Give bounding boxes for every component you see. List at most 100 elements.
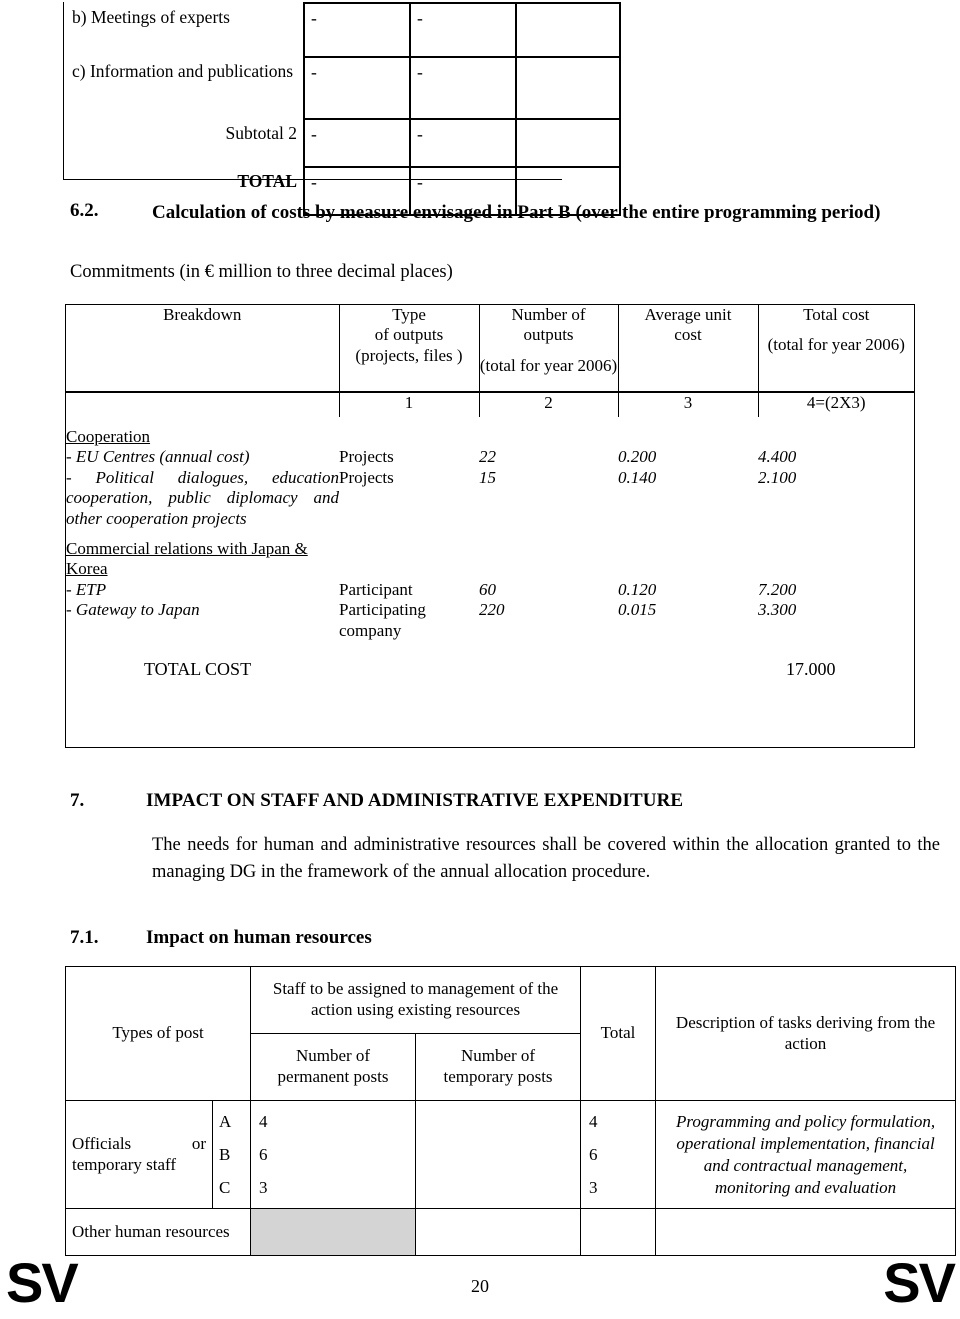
row-value-1: -: [303, 2, 411, 58]
header-staff-assigned: Staff to be assigned to management of th…: [250, 966, 582, 1034]
table-row: - Political dialogues, education coopera…: [66, 468, 914, 529]
colnum-2: 2: [479, 392, 619, 417]
table-row: - EU Centres (annual cost) Projects 22 0…: [66, 447, 914, 467]
header-temporary-posts: Number of temporary posts: [415, 1033, 582, 1101]
row-label: c) Information and publications: [72, 61, 294, 81]
row-value-3: [515, 118, 621, 168]
row-label-other-human-resources: Other human resources: [64, 1208, 252, 1257]
row-unit-cost: 0.120: [618, 579, 657, 599]
row-number: 220: [479, 600, 505, 620]
header-number-line1: Number of: [511, 305, 586, 324]
row-total: 3.300: [758, 600, 797, 620]
header-average-line1: Average unit: [644, 305, 732, 324]
footer-language-mark-right: SV: [883, 1251, 956, 1314]
section-7-paragraph: The needs for human and administrative r…: [152, 835, 940, 882]
table-row: c) Information and publications - -: [64, 56, 621, 120]
header-type-line2: of outputs: [374, 325, 444, 345]
header-number-of-outputs: Number of outputs (total for year 2006): [479, 305, 619, 393]
header-description: Description of tasks deriving from the a…: [655, 966, 957, 1101]
header-temporary-line1: Number of: [460, 1046, 536, 1066]
header-total-sub: (total for year 2006): [767, 335, 905, 355]
row-unit-cost: 0.015: [618, 600, 657, 620]
header-permanent-posts: Number of permanent posts: [250, 1033, 417, 1101]
row-description: [655, 1208, 957, 1257]
group-title-cooperation: Cooperation: [66, 427, 339, 447]
row-total: [580, 1208, 657, 1257]
header-temporary-line2: temporary posts: [443, 1067, 553, 1086]
row-label-officials: Officials or temporary staff: [65, 1099, 213, 1210]
page-number: 20: [471, 1276, 489, 1296]
section-6-2-number: 6.2.: [70, 200, 99, 221]
header-total: Total: [580, 966, 657, 1101]
row-total: 4 6 3: [580, 1099, 657, 1210]
total-cost-label: TOTAL COST: [144, 658, 252, 679]
officials-line1: Officials or: [72, 1134, 206, 1155]
row-number: 15: [479, 467, 496, 487]
header-number-line2: outputs: [523, 325, 574, 345]
row-value-2: -: [409, 118, 517, 168]
empty: [479, 641, 618, 681]
empty: [479, 539, 618, 580]
group-title-commercial-relations: Commercial relations with Japan & Korea: [66, 539, 339, 580]
empty: [618, 641, 758, 681]
group-title-text: Commercial relations with Japan & Korea: [66, 538, 308, 579]
empty: [479, 427, 618, 447]
grade-c: C: [219, 1178, 231, 1198]
officials-line2: temporary staff: [72, 1154, 177, 1174]
empty: [339, 427, 479, 447]
row-value-3: [515, 56, 621, 120]
table-row: Other human resources: [64, 1208, 957, 1257]
officials-word-left: Officials: [72, 1133, 132, 1153]
row-label: - EU Centres (annual cost): [66, 447, 250, 467]
header-type-line3: (projects, files ): [355, 345, 463, 365]
row-type: Projects: [339, 467, 394, 487]
cost-calculation-table: Breakdown Type of outputs (projects, fil…: [65, 304, 915, 748]
section-7-number: 7.: [70, 790, 85, 811]
colnum-4: 4=(2X3): [806, 393, 866, 412]
row-unit-cost: 0.200: [618, 447, 657, 467]
header-description-line2: action: [784, 1033, 827, 1053]
section-6-2-title: Calculation of costs by measure envisage…: [152, 202, 881, 223]
empty: [758, 539, 914, 580]
header-breakdown: Breakdown: [66, 305, 340, 393]
table-row: b) Meetings of experts - -: [64, 2, 621, 58]
table-row: Subtotal 2 - -: [64, 118, 621, 168]
header-average-unit-cost: Average unit cost: [618, 305, 759, 393]
header-average-line2: cost: [674, 325, 702, 345]
header-number-sub: (total for year 2006): [479, 355, 618, 375]
empty: [339, 539, 479, 580]
row-label: - Political dialogues, education coopera…: [66, 467, 339, 528]
total-a: 4: [589, 1112, 598, 1131]
grade-a: A: [219, 1112, 232, 1131]
row-total: 7.200: [758, 579, 797, 599]
row-permanent-posts-disabled: [250, 1208, 417, 1257]
row-label: - ETP: [66, 579, 107, 599]
row-description: Programming and policy formulation, oper…: [655, 1099, 957, 1210]
row-number: 22: [479, 447, 496, 467]
spacer: [66, 417, 914, 427]
perm-a: 4: [259, 1112, 268, 1131]
header-permanent-line1: Number of: [295, 1046, 371, 1066]
spacer-row: [66, 417, 914, 427]
header-description-line1: Description of tasks deriving from the: [675, 1012, 936, 1032]
officials-word-right: or: [191, 1133, 206, 1153]
colnum-1: 1: [339, 392, 480, 417]
row-number: 60: [479, 579, 496, 599]
cost-table-column-number-row: 1 2 3 4=(2X3): [66, 392, 914, 417]
row-label: Subtotal 2: [225, 123, 297, 143]
row-type: Participating company: [339, 600, 426, 640]
row-unit-cost: 0.140: [618, 467, 657, 487]
table-row: - ETP Participant 60 0.120 7.200: [66, 580, 914, 600]
row-value-2: -: [409, 2, 517, 58]
row-value-2: -: [409, 56, 517, 120]
row-type: Projects: [339, 447, 394, 467]
perm-b: 6: [259, 1145, 268, 1165]
total-cost-value: 17.000: [786, 658, 836, 679]
colnum-blank: [66, 392, 340, 417]
total-c: 3: [589, 1178, 598, 1198]
group-header-row: Commercial relations with Japan & Korea: [66, 539, 914, 580]
row-total: 4.400: [758, 447, 797, 467]
header-type-line1: Type: [392, 305, 426, 324]
header-type-of-outputs: Type of outputs (projects, files ): [339, 305, 480, 393]
row-value-3: [515, 2, 621, 58]
